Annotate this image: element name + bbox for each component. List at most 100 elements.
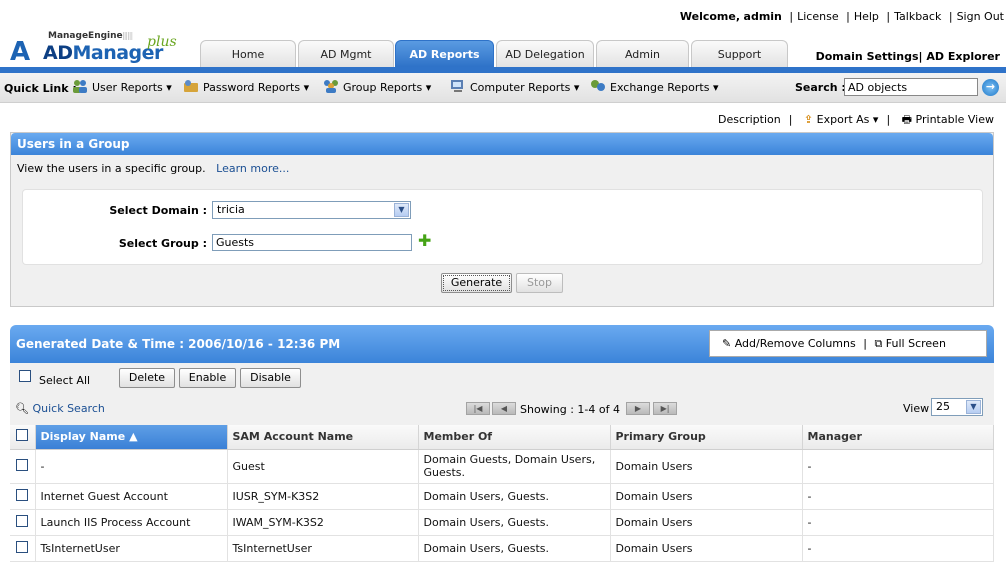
table-row: - Guest Domain Guests, Domain Users, Gue… — [10, 449, 994, 484]
logo-product: ADManager — [43, 42, 163, 64]
group-reports-menu[interactable]: Group Reports ▾ — [323, 79, 431, 94]
app-logo: ManageEngine |||||| A ADManager plus — [10, 28, 200, 68]
report-title: Users in a Group — [11, 133, 993, 155]
exchange-reports-menu[interactable]: Exchange Reports ▾ — [590, 79, 718, 94]
quick-search-link: Quick Search — [32, 402, 105, 415]
welcome-text: Welcome, — [679, 10, 741, 23]
help-link[interactable]: Help — [854, 10, 879, 23]
quick-search[interactable]: 🔍︎ Quick Search — [15, 402, 105, 415]
search-label: Search : — [795, 81, 846, 94]
group-reports-label: Group Reports — [343, 81, 423, 94]
tab-support[interactable]: Support — [691, 40, 788, 67]
license-link[interactable]: License — [797, 10, 838, 23]
cell-primary-group: Domain Users — [610, 483, 803, 510]
enable-button[interactable]: Enable — [179, 368, 236, 388]
table-header-row: Display Name ▲ SAM Account Name Member O… — [10, 425, 994, 450]
full-screen-link[interactable]: Full Screen — [886, 337, 946, 350]
page-size-select[interactable]: 25 ▼ — [931, 398, 983, 416]
delete-button[interactable]: Delete — [119, 368, 175, 388]
password-reports-label: Password Reports — [203, 81, 301, 94]
table-row: Internet Guest Account IUSR_SYM-K3S2 Dom… — [10, 483, 994, 510]
row-checkbox[interactable] — [16, 488, 29, 501]
disable-button[interactable]: Disable — [240, 368, 301, 388]
logo-plus: plus — [147, 34, 177, 50]
talkback-link[interactable]: Talkback — [894, 10, 941, 23]
stop-button[interactable]: Stop — [516, 273, 563, 293]
cell-display-name: Internet Guest Account — [35, 483, 228, 510]
col-manager[interactable]: Manager — [802, 425, 994, 450]
search-icon: 🔍︎ — [15, 402, 29, 415]
page-size-value: 25 — [936, 400, 950, 413]
results-table: Display Name ▲ SAM Account Name Member O… — [10, 425, 994, 562]
cell-sam-account-name: IUSR_SYM-K3S2 — [227, 483, 419, 510]
description-link[interactable]: Description — [718, 113, 781, 126]
cell-sam-account-name: Guest — [227, 449, 419, 484]
users-icon — [73, 80, 87, 93]
top-links: Welcome, admin | License | Help | Talkback … — [679, 10, 1004, 23]
table-row: TsInternetUser TsInternetUser Domain Use… — [10, 535, 994, 562]
add-remove-columns-link[interactable]: Add/Remove Columns — [735, 337, 856, 350]
last-page-icon[interactable]: ▶| — [653, 402, 677, 415]
prev-page-icon[interactable]: ◀ — [492, 402, 516, 415]
cell-manager: - — [802, 535, 994, 562]
search-go-icon[interactable]: → — [982, 79, 999, 96]
generate-button[interactable]: Generate — [441, 273, 512, 293]
settings-links: Domain Settings| AD Explorer — [815, 50, 1000, 63]
chevron-down-icon: ▾ — [303, 81, 310, 94]
tab-ad-reports[interactable]: AD Reports — [395, 40, 494, 67]
domain-settings-link[interactable]: Domain Settings — [816, 50, 919, 63]
cell-display-name: - — [35, 449, 228, 484]
computer-icon — [451, 80, 463, 92]
col-display-name[interactable]: Display Name ▲ — [35, 425, 228, 450]
paging-status: Showing : 1-4 of 4 — [520, 403, 620, 416]
domain-value: tricia — [217, 203, 245, 216]
chevron-down-icon: ▾ — [573, 81, 580, 94]
add-group-icon[interactable]: ✚ — [418, 231, 431, 250]
full-screen-icon: ⧉ — [874, 337, 883, 350]
cell-member-of: Domain Users, Guests. — [418, 535, 611, 562]
next-page-icon[interactable]: ▶ — [626, 402, 650, 415]
tab-admin[interactable]: Admin — [596, 40, 689, 67]
cell-member-of: Domain Users, Guests. — [418, 509, 611, 536]
first-page-icon[interactable]: |◀ — [466, 402, 490, 415]
row-checkbox[interactable] — [16, 514, 29, 527]
password-reports-menu[interactable]: Password Reports ▾ — [183, 79, 309, 94]
view-label: View — [903, 402, 930, 415]
cell-display-name: Launch IIS Process Account — [35, 509, 228, 536]
chevron-down-icon: ▼ — [394, 203, 409, 217]
select-all-label: Select All — [39, 374, 91, 387]
cell-primary-group: Domain Users — [610, 449, 803, 484]
select-all-checkbox[interactable] — [19, 370, 31, 382]
cell-sam-account-name: IWAM_SYM-K3S2 — [227, 509, 419, 536]
tab-ad-mgmt[interactable]: AD Mgmt — [298, 40, 394, 67]
cell-primary-group: Domain Users — [610, 509, 803, 536]
col-primary-group[interactable]: Primary Group — [610, 425, 803, 450]
row-checkbox[interactable] — [16, 540, 29, 553]
learn-more-link[interactable]: Learn more... — [216, 162, 289, 175]
col-member-of[interactable]: Member Of — [418, 425, 611, 450]
chevron-down-icon: ▾ — [425, 81, 432, 94]
username: admin — [743, 10, 782, 23]
col-sam-account-name[interactable]: SAM Account Name — [227, 425, 419, 450]
user-reports-menu[interactable]: User Reports ▾ — [72, 79, 172, 94]
export-as-menu[interactable]: Export As — [817, 113, 870, 126]
tab-ad-delegation[interactable]: AD Delegation — [496, 40, 594, 67]
tab-home[interactable]: Home — [200, 40, 296, 67]
computer-reports-menu[interactable]: Computer Reports ▾ — [450, 79, 579, 94]
group-input[interactable]: Guests — [212, 234, 412, 251]
ad-explorer-link[interactable]: AD Explorer — [926, 50, 1000, 63]
row-checkbox[interactable] — [16, 458, 29, 471]
signout-link[interactable]: Sign Out — [957, 10, 1004, 23]
report-tools: Description | ⇪ Export As ▾ | 🖶 Printable … — [718, 113, 994, 126]
cell-manager: - — [802, 509, 994, 536]
domain-select[interactable]: tricia ▼ — [212, 201, 411, 219]
search-input[interactable] — [844, 78, 978, 96]
cell-member-of: Domain Users, Guests. — [418, 483, 611, 510]
cell-sam-account-name: TsInternetUser — [227, 535, 419, 562]
cell-primary-group: Domain Users — [610, 535, 803, 562]
quick-link-label: Quick Link : — [4, 82, 77, 95]
chevron-down-icon: ▾ — [712, 81, 719, 94]
printable-view-link[interactable]: Printable View — [916, 113, 994, 126]
chevron-down-icon: ▾ — [872, 113, 879, 126]
header-checkbox[interactable] — [16, 429, 29, 442]
